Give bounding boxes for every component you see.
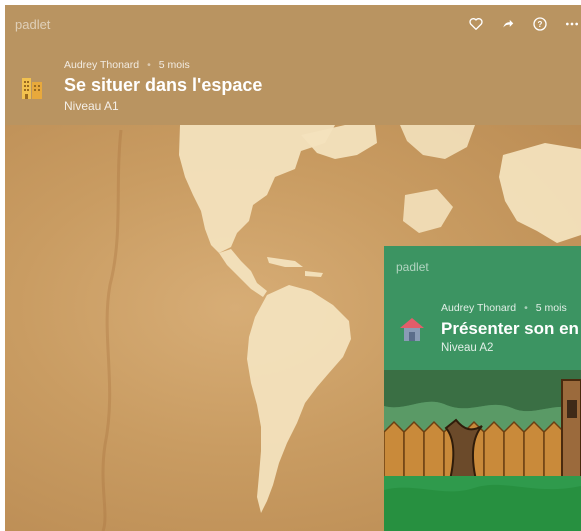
board-subtitle: Niveau A1 xyxy=(64,99,119,113)
board-title-2: Présenter son en xyxy=(441,319,579,338)
padlet-logo-2[interactable]: padlet xyxy=(396,260,429,274)
board-age-2: 5 mois xyxy=(535,302,567,314)
padlet-board-card-2[interactable]: padlet Audrey Thonard • 5 mois Présenter s… xyxy=(384,246,581,531)
author-name-2[interactable]: Audrey Thonard xyxy=(441,302,516,314)
padlet-logo[interactable]: padlet xyxy=(15,17,50,32)
board-age: 5 mois xyxy=(158,59,190,71)
board-meta: Audrey Thonard • 5 mois xyxy=(64,59,190,71)
board-actions: ? xyxy=(467,15,581,33)
building-icon xyxy=(21,75,43,99)
board-title: Se situer dans l'espace xyxy=(64,75,263,95)
board-meta-2: Audrey Thonard • 5 mois xyxy=(441,302,567,314)
more-options-icon[interactable] xyxy=(563,15,581,33)
cartoon-backyard-wallpaper xyxy=(384,370,581,531)
author-name[interactable]: Audrey Thonard xyxy=(64,59,139,71)
house-icon xyxy=(398,316,426,342)
board-topbar: padlet ? xyxy=(5,5,581,47)
board-header: Audrey Thonard • 5 mois Se situer dans l'e… xyxy=(5,53,581,125)
like-heart-icon[interactable] xyxy=(467,15,485,33)
board-subtitle-2: Niveau A2 xyxy=(441,342,494,354)
svg-text:?: ? xyxy=(538,20,543,29)
share-arrow-icon[interactable] xyxy=(499,15,517,33)
help-icon[interactable]: ? xyxy=(531,15,549,33)
